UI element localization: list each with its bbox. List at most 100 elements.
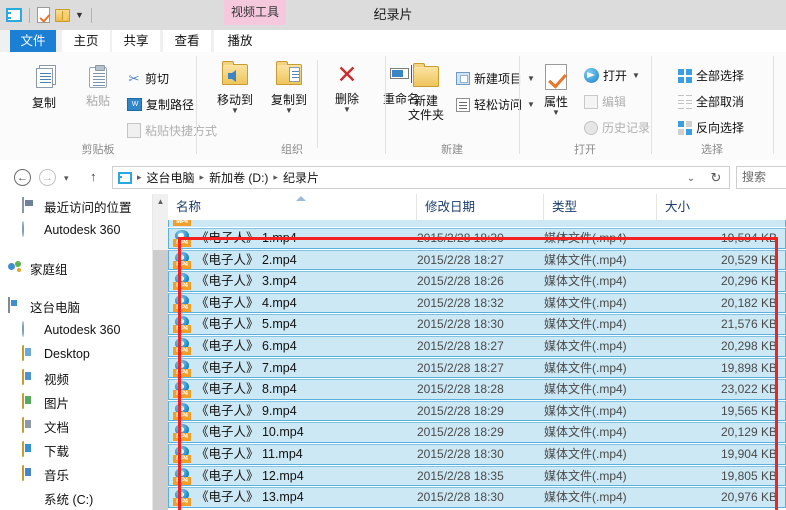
search-input[interactable]: 搜索 xyxy=(736,166,786,189)
breadcrumb[interactable]: ▸ 这台电脑 ▸ 新加卷 (D:) ▸ 纪录片 ⌄ ↻ xyxy=(112,166,730,189)
copy-to-button[interactable]: 复制到 ▼ xyxy=(263,61,315,115)
file-date: 2015/2/28 18:29 xyxy=(417,403,504,418)
cut-label: 剪切 xyxy=(145,72,170,86)
sidebar-item-music[interactable]: 音乐 xyxy=(0,462,152,486)
video-library-icon[interactable] xyxy=(6,8,22,22)
ribbon-tab-strip: 文件 主页 共享 查看 播放 xyxy=(0,30,786,52)
sidebar-item-autodesk-360-recent[interactable]: Autodesk 360 xyxy=(0,218,152,242)
chevron-down-icon[interactable]: ▼ xyxy=(75,10,84,20)
file-size: 19,898 KB xyxy=(720,360,777,375)
table-row[interactable]: MP4 《电子人》 13.mp4 2015/2/28 18:30 媒体文件(.m… xyxy=(168,487,786,508)
new-folder-button[interactable]: 新建 文件夹 xyxy=(400,63,452,122)
scroll-up-icon[interactable]: ▲ xyxy=(153,194,168,210)
table-row[interactable]: MP4 《电子人》 6.mp4 2015/2/28 18:27 媒体文件(.mp… xyxy=(168,335,786,357)
delete-button[interactable]: ✕ 删除 ▼ xyxy=(321,63,373,114)
table-row[interactable]: MP4 《电子人》 1.mp4 2015/2/28 18:30 媒体文件(.mp… xyxy=(168,228,786,249)
tab-home[interactable]: 主页 xyxy=(62,30,110,52)
breadcrumb-item-2[interactable]: 纪录片 xyxy=(281,169,321,186)
tab-share[interactable]: 共享 xyxy=(112,30,160,52)
invert-selection-button[interactable]: 反向选择 xyxy=(678,119,744,136)
recent-locations-chevron-icon[interactable]: ▾ xyxy=(64,173,69,184)
table-row[interactable]: MP4 《电子人》 12.mp4 2015/2/28 18:35 媒体文件(.m… xyxy=(168,465,786,487)
new-folder-icon[interactable] xyxy=(55,8,70,22)
table-row[interactable]: MP4 《电子人》 4.mp4 2015/2/28 18:32 媒体文件(.mp… xyxy=(168,292,786,314)
downloads-folder-icon xyxy=(22,441,38,458)
sidebar-item-downloads[interactable]: 下载 xyxy=(0,438,152,462)
copy-to-dropdown-icon[interactable]: ▼ xyxy=(263,107,315,115)
open-dropdown-icon[interactable]: ▼ xyxy=(632,71,640,80)
table-row-partial[interactable]: MP4 xyxy=(168,220,786,227)
file-size: 21,576 KB xyxy=(720,317,777,332)
sidebar-item-recent-places[interactable]: 最近访问的位置 xyxy=(0,194,152,218)
properties-dropdown-icon[interactable]: ▼ xyxy=(530,109,582,117)
sidebar-item-system-drive[interactable]: 系统 (C:) xyxy=(0,486,152,510)
up-button[interactable]: ↑ xyxy=(90,170,97,183)
file-name: 《电子人》 8.mp4 xyxy=(196,382,297,397)
table-row[interactable]: MP4 《电子人》 7.mp4 2015/2/28 18:27 媒体文件(.mp… xyxy=(168,357,786,379)
sidebar-item-autodesk-360[interactable]: Autodesk 360 xyxy=(0,318,152,342)
column-header-name[interactable]: 名称 xyxy=(168,194,416,220)
file-type: 媒体文件(.mp4) xyxy=(544,231,627,245)
sidebar-item-desktop[interactable]: Desktop xyxy=(0,342,152,366)
open-button[interactable]: 打开 ▼ xyxy=(584,67,640,84)
mp4-media-icon: MP4 xyxy=(173,220,191,226)
paste-button[interactable]: 粘贴 xyxy=(72,65,124,108)
scrollbar-thumb[interactable] xyxy=(153,250,168,510)
table-row[interactable]: MP4 《电子人》 8.mp4 2015/2/28 18:28 媒体文件(.mp… xyxy=(168,379,786,400)
column-header-date[interactable]: 修改日期 xyxy=(416,194,543,220)
group-label-open: 打开 xyxy=(574,144,596,156)
properties-button[interactable]: 属性 ▼ xyxy=(530,64,582,117)
breadcrumb-dropdown-icon[interactable]: ⌄ xyxy=(681,171,701,186)
move-to-dropdown-icon[interactable]: ▼ xyxy=(209,107,261,115)
delete-dropdown-icon[interactable]: ▼ xyxy=(321,106,373,114)
refresh-icon[interactable]: ↻ xyxy=(705,170,727,186)
table-row[interactable]: MP4 《电子人》 5.mp4 2015/2/28 18:30 媒体文件(.mp… xyxy=(168,314,786,335)
copy-path-button[interactable]: W 复制路径 xyxy=(127,96,194,113)
desktop-folder-icon xyxy=(22,345,38,362)
copy-path-label: 复制路径 xyxy=(146,98,195,112)
history-button[interactable]: 历史记录 xyxy=(584,119,650,136)
copy-to-label: 复制到 xyxy=(270,93,307,107)
mp4-media-icon: MP4 xyxy=(173,230,191,247)
sidebar-item-label: Desktop xyxy=(44,347,90,361)
paste-button-label: 粘贴 xyxy=(85,94,110,108)
file-size: 19,565 KB xyxy=(720,403,777,418)
sidebar-item-label: 视频 xyxy=(44,372,70,387)
back-button[interactable]: ← xyxy=(14,169,31,186)
sidebar-item-label: 家庭组 xyxy=(30,262,68,277)
table-row[interactable]: MP4 《电子人》 9.mp4 2015/2/28 18:29 媒体文件(.mp… xyxy=(168,400,786,422)
sidebar-item-this-pc[interactable]: 这台电脑 xyxy=(0,294,152,318)
breadcrumb-item-1[interactable]: 新加卷 (D:) xyxy=(207,169,270,186)
sort-ascending-icon xyxy=(296,196,306,201)
sidebar-item-videos[interactable]: 视频 xyxy=(0,366,152,390)
tab-play[interactable]: 播放 xyxy=(214,30,266,52)
select-none-button[interactable]: 全部取消 xyxy=(678,93,744,110)
tab-view[interactable]: 查看 xyxy=(163,30,211,52)
sidebar-item-documents[interactable]: 文档 xyxy=(0,414,152,438)
cut-button[interactable]: ✂ 剪切 xyxy=(127,70,169,87)
autodesk-cloud-icon xyxy=(22,221,38,238)
move-to-button[interactable]: 移动到 ▼ xyxy=(209,61,261,115)
easy-access-label: 轻松访问 xyxy=(474,98,523,112)
file-size: 20,296 KB xyxy=(720,274,777,289)
column-header-type[interactable]: 类型 xyxy=(543,194,656,220)
file-date: 2015/2/28 18:27 xyxy=(417,338,504,353)
sidebar-item-homegroup[interactable]: 家庭组 xyxy=(0,256,152,280)
copy-button[interactable]: 复制 xyxy=(18,68,70,110)
file-size: 20,976 KB xyxy=(720,490,777,505)
navigation-pane-scrollbar[interactable]: ▲ xyxy=(152,194,168,510)
breadcrumb-item-0[interactable]: 这台电脑 xyxy=(145,169,197,186)
table-row[interactable]: MP4 《电子人》 10.mp4 2015/2/28 18:29 媒体文件(.m… xyxy=(168,422,786,443)
sidebar-item-pictures[interactable]: 图片 xyxy=(0,390,152,414)
tab-file[interactable]: 文件 xyxy=(10,30,56,52)
properties-icon[interactable] xyxy=(37,7,50,23)
table-row[interactable]: MP4 《电子人》 2.mp4 2015/2/28 18:27 媒体文件(.mp… xyxy=(168,249,786,271)
forward-button[interactable]: → xyxy=(39,169,56,186)
table-row[interactable]: MP4 《电子人》 11.mp4 2015/2/28 18:30 媒体文件(.m… xyxy=(168,443,786,465)
select-all-button[interactable]: 全部选择 xyxy=(678,67,744,84)
column-header-size[interactable]: 大小 xyxy=(656,194,786,220)
file-name: 《电子人》 3.mp4 xyxy=(196,274,297,289)
contextual-tab-header: 视频工具 xyxy=(224,0,286,25)
table-row[interactable]: MP4 《电子人》 3.mp4 2015/2/28 18:26 媒体文件(.mp… xyxy=(168,271,786,292)
edit-button[interactable]: 编辑 xyxy=(584,93,626,110)
